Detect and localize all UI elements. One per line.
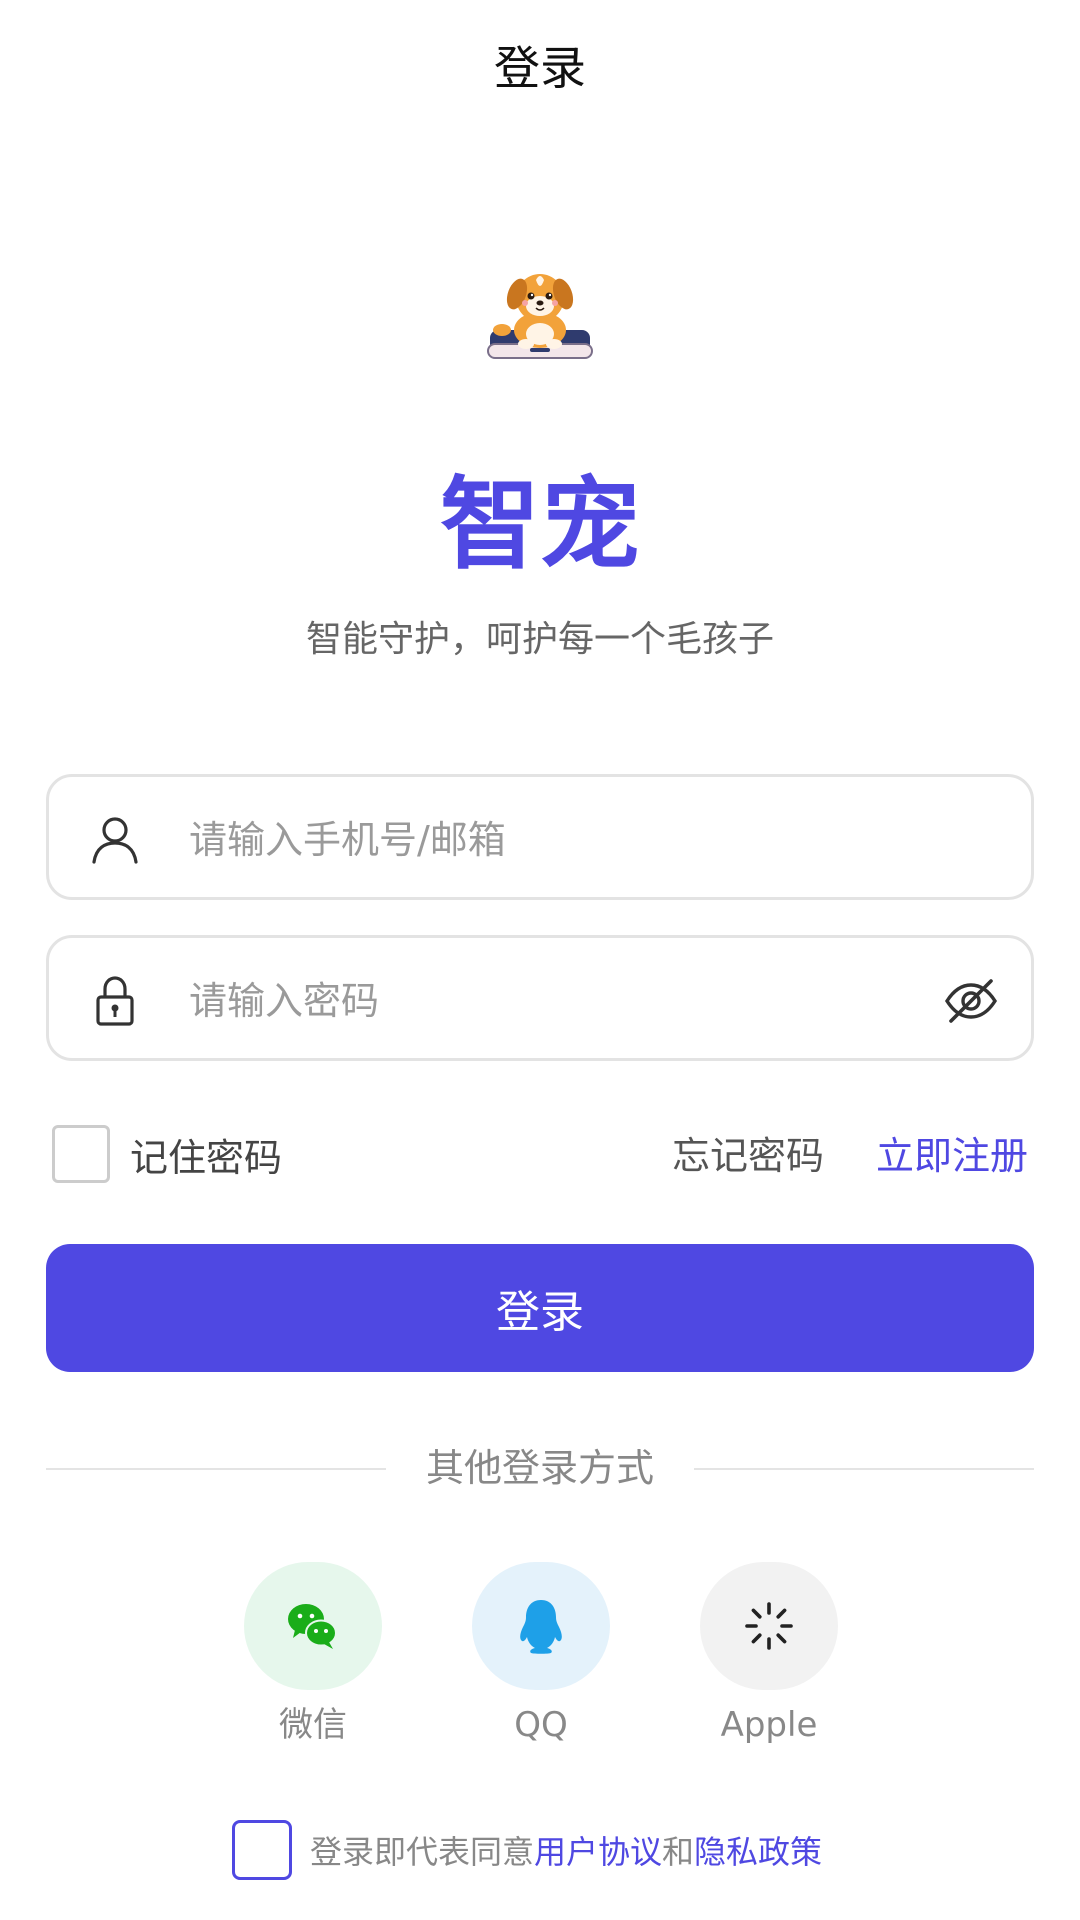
agreement-text: 登录即代表同意用户协议和隐私政策 (310, 1827, 822, 1873)
divider-right (694, 1468, 1034, 1470)
wechat-label: 微信 (279, 1705, 347, 1745)
eye-off-icon[interactable] (941, 971, 1001, 1031)
apple-circle[interactable] (700, 1562, 838, 1690)
app-slogan: 智能守护，呵护每一个毛孩子 (305, 619, 774, 660)
divider-left (46, 1468, 386, 1470)
app-name: 智宠 (440, 466, 640, 583)
agreement-connector: 和 (662, 1833, 695, 1871)
register-link[interactable]: 立即注册 (876, 1128, 1028, 1184)
loading-spinner-icon (745, 1602, 793, 1650)
agreement-checkbox[interactable] (232, 1820, 292, 1880)
page-title: 登录 (494, 41, 586, 95)
user-icon (92, 817, 138, 864)
login-button[interactable]: 登录 (46, 1244, 1034, 1372)
qq-label: QQ (514, 1705, 568, 1745)
app-logo (486, 268, 594, 364)
agreement-prefix: 登录即代表同意 (310, 1833, 535, 1871)
agreement-row: 登录即代表同意用户协议和隐私政策 (232, 1820, 822, 1880)
account-input[interactable] (187, 801, 931, 879)
remember-password-toggle[interactable]: 记住密码 (52, 1124, 282, 1184)
privacy-policy-link[interactable]: 隐私政策 (694, 1833, 822, 1871)
qq-circle[interactable] (472, 1562, 610, 1690)
forgot-password-link[interactable]: 忘记密码 (672, 1128, 824, 1184)
account-field[interactable] (46, 774, 1034, 900)
user-agreement-link[interactable]: 用户协议 (534, 1833, 662, 1871)
qq-icon (520, 1600, 562, 1654)
wechat-circle[interactable] (244, 1562, 382, 1690)
wechat-icon (288, 1604, 337, 1649)
puppy-on-phone-logo-icon (487, 274, 593, 359)
remember-checkbox[interactable] (52, 1125, 110, 1183)
lock-icon (96, 976, 134, 1026)
wechat-login-button[interactable]: 微信 (243, 1562, 383, 1748)
other-login-label: 其他登录方式 (425, 1446, 654, 1490)
remember-label: 记住密码 (130, 1135, 283, 1180)
password-input[interactable] (187, 962, 931, 1040)
apple-label: Apple (720, 1705, 818, 1745)
apple-login-button[interactable]: Apple (699, 1562, 839, 1748)
qq-login-button[interactable]: QQ (471, 1562, 611, 1748)
password-field[interactable] (46, 935, 1034, 1061)
